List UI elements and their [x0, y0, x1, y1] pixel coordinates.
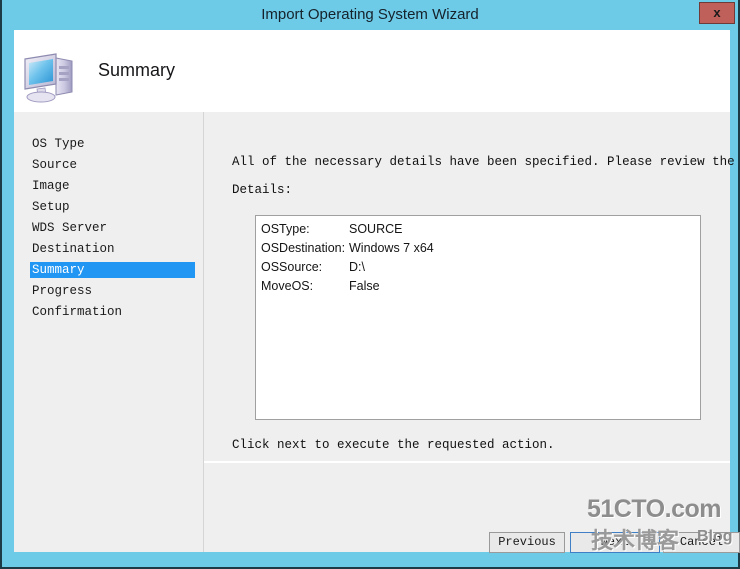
details-box: OSType: SOURCE OSDestination: Windows 7 …	[255, 215, 701, 420]
page-title: Summary	[98, 60, 176, 80]
detail-value: D:\	[349, 260, 365, 274]
intro-text: All of the necessary details have been s…	[232, 155, 740, 169]
previous-button[interactable]: Previous	[489, 532, 565, 553]
details-label: Details:	[232, 183, 293, 197]
footer-instruction: Click next to execute the requested acti…	[232, 438, 555, 452]
wizard-window: Import Operating System Wizard x Summary…	[0, 0, 740, 569]
dialog-header: Summary	[14, 30, 730, 112]
sidebar-item-destination[interactable]: Destination	[30, 241, 195, 257]
detail-value: Windows 7 x64	[349, 241, 434, 255]
button-bar: Previous Next Cancel	[204, 463, 740, 553]
dialog-body: Summary OS Type Source Image Setup WDS S…	[14, 30, 740, 553]
window-title: Import Operating System Wizard	[261, 6, 479, 23]
sidebar-item-confirmation[interactable]: Confirmation	[30, 304, 195, 320]
computer-monitor-icon	[20, 48, 82, 104]
sidebar-item-os-type[interactable]: OS Type	[30, 136, 195, 152]
title-bar: Import Operating System Wizard x	[2, 0, 738, 30]
close-button[interactable]: x	[699, 2, 735, 24]
sidebar-item-source[interactable]: Source	[30, 157, 195, 173]
detail-key: OSSource:	[261, 260, 323, 274]
sidebar-item-image[interactable]: Image	[30, 178, 195, 194]
detail-key: OSDestination:	[261, 241, 346, 255]
sidebar-item-setup[interactable]: Setup	[30, 199, 195, 215]
sidebar-item-progress[interactable]: Progress	[30, 283, 195, 299]
detail-key: MoveOS:	[261, 279, 314, 293]
detail-value: False	[349, 279, 380, 293]
cancel-button[interactable]: Cancel	[663, 532, 740, 553]
detail-value: SOURCE	[349, 222, 403, 236]
detail-key: OSType:	[261, 222, 310, 236]
next-button[interactable]: Next	[570, 532, 660, 553]
sidebar-item-wds-server[interactable]: WDS Server	[30, 220, 195, 236]
sidebar-item-summary[interactable]: Summary	[30, 262, 195, 278]
wizard-steps-sidebar: OS Type Source Image Setup WDS Server De…	[14, 112, 203, 552]
